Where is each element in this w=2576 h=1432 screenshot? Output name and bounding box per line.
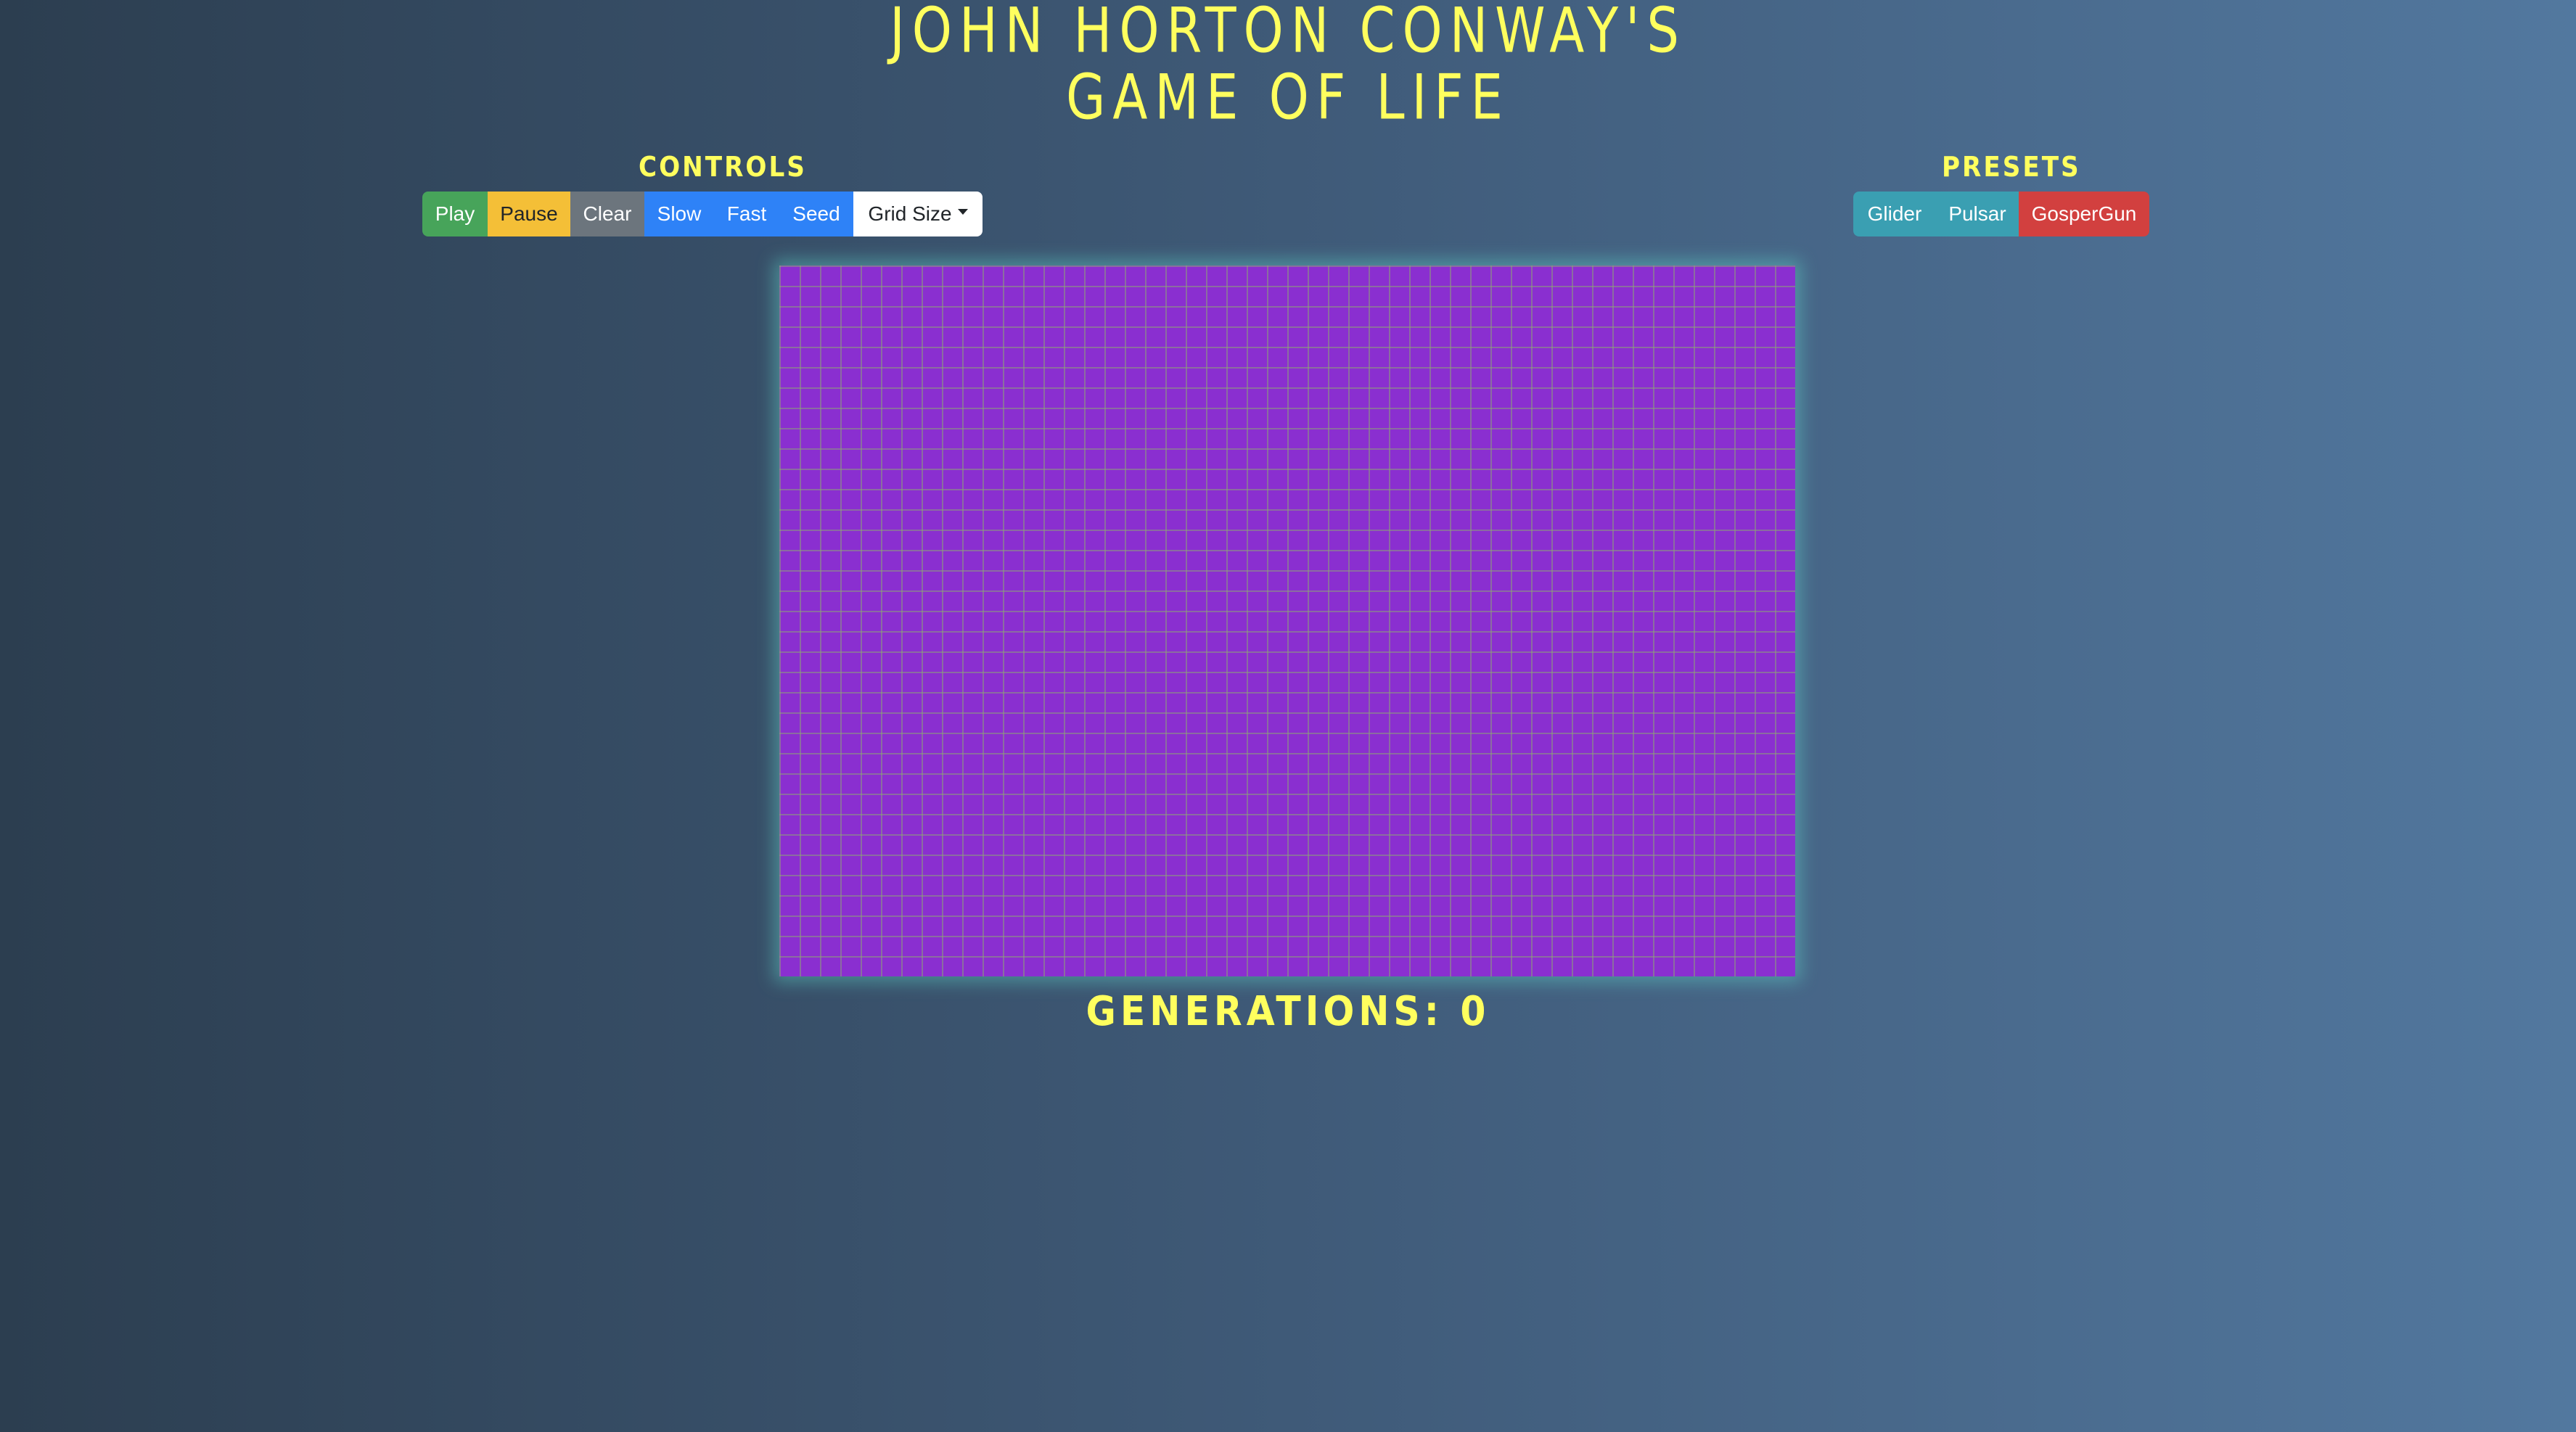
- caret-down-icon: [957, 209, 968, 215]
- fast-button[interactable]: Fast: [714, 192, 779, 236]
- grid-size-label: Grid Size: [868, 202, 952, 225]
- presets-button-group: Glider Pulsar GosperGun: [1853, 192, 2149, 236]
- slow-button[interactable]: Slow: [644, 192, 714, 236]
- gosper-gun-button[interactable]: GosperGun: [2019, 192, 2149, 236]
- pause-button[interactable]: Pause: [488, 192, 570, 236]
- grid-size-dropdown[interactable]: Grid Size: [853, 192, 983, 236]
- seed-button[interactable]: Seed: [779, 192, 853, 236]
- controls-heading: Controls: [639, 151, 807, 183]
- generations-counter: Generations: 0: [0, 988, 2576, 1035]
- play-button[interactable]: Play: [422, 192, 488, 236]
- presets-heading: Presets: [1942, 151, 2081, 183]
- controls-button-group: Play Pause Clear Slow Fast Seed Grid Siz…: [422, 192, 983, 236]
- glider-button[interactable]: Glider: [1853, 192, 1936, 236]
- clear-button[interactable]: Clear: [570, 192, 644, 236]
- generations-label: Generations:: [1086, 988, 1443, 1035]
- pulsar-button[interactable]: Pulsar: [1936, 192, 2019, 236]
- page-title-line-2: Game of Life: [1066, 62, 1510, 134]
- game-board-grid[interactable]: [779, 266, 1795, 976]
- generations-value: 0: [1460, 988, 1490, 1035]
- page-title-line-1: John Horton Conway's: [890, 0, 1686, 67]
